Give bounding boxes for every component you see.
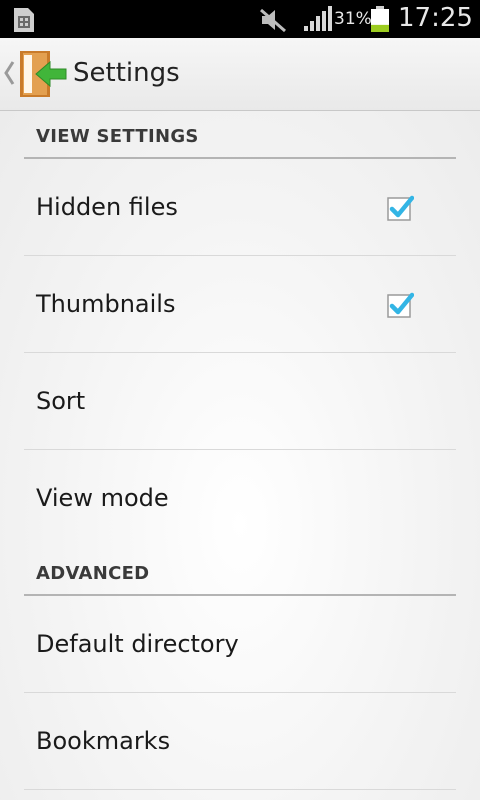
action-bar: Settings	[0, 38, 480, 111]
clock: 17:25	[398, 3, 473, 33]
pref-sort[interactable]: Sort	[24, 353, 456, 450]
battery-icon	[371, 6, 389, 32]
checkbox-checked-icon[interactable]	[386, 292, 414, 320]
pref-label: Sort	[36, 387, 86, 415]
pref-view-mode[interactable]: View mode	[24, 450, 456, 546]
pref-default-directory[interactable]: Default directory	[24, 596, 456, 693]
pref-label: View mode	[36, 484, 169, 512]
pref-label: Bookmarks	[36, 727, 171, 755]
checkbox-checked-icon[interactable]	[386, 195, 414, 223]
settings-list[interactable]: VIEW SETTINGS Hidden files Thumbnails So…	[0, 111, 480, 800]
home-up-button[interactable]	[0, 38, 70, 110]
section-header-label: ADVANCED	[36, 563, 150, 584]
section-header-advanced: ADVANCED	[24, 548, 456, 596]
battery-percent: 31%	[334, 9, 372, 29]
sim-card-icon	[14, 8, 34, 32]
pref-label: Hidden files	[36, 193, 178, 221]
pref-hidden-files[interactable]: Hidden files	[24, 159, 456, 256]
status-bar: 31% 17:25	[0, 0, 480, 38]
mute-icon	[260, 8, 286, 33]
pref-label: Default directory	[36, 630, 239, 658]
exit-door-arrow-icon	[20, 51, 67, 97]
pref-thumbnails[interactable]: Thumbnails	[24, 256, 456, 353]
pref-label: Thumbnails	[36, 290, 176, 318]
signal-icon	[304, 6, 332, 31]
pref-bookmarks[interactable]: Bookmarks	[24, 693, 456, 790]
section-header-view-settings: VIEW SETTINGS	[24, 111, 456, 159]
page-title: Settings	[73, 58, 180, 88]
section-header-label: VIEW SETTINGS	[36, 126, 199, 147]
